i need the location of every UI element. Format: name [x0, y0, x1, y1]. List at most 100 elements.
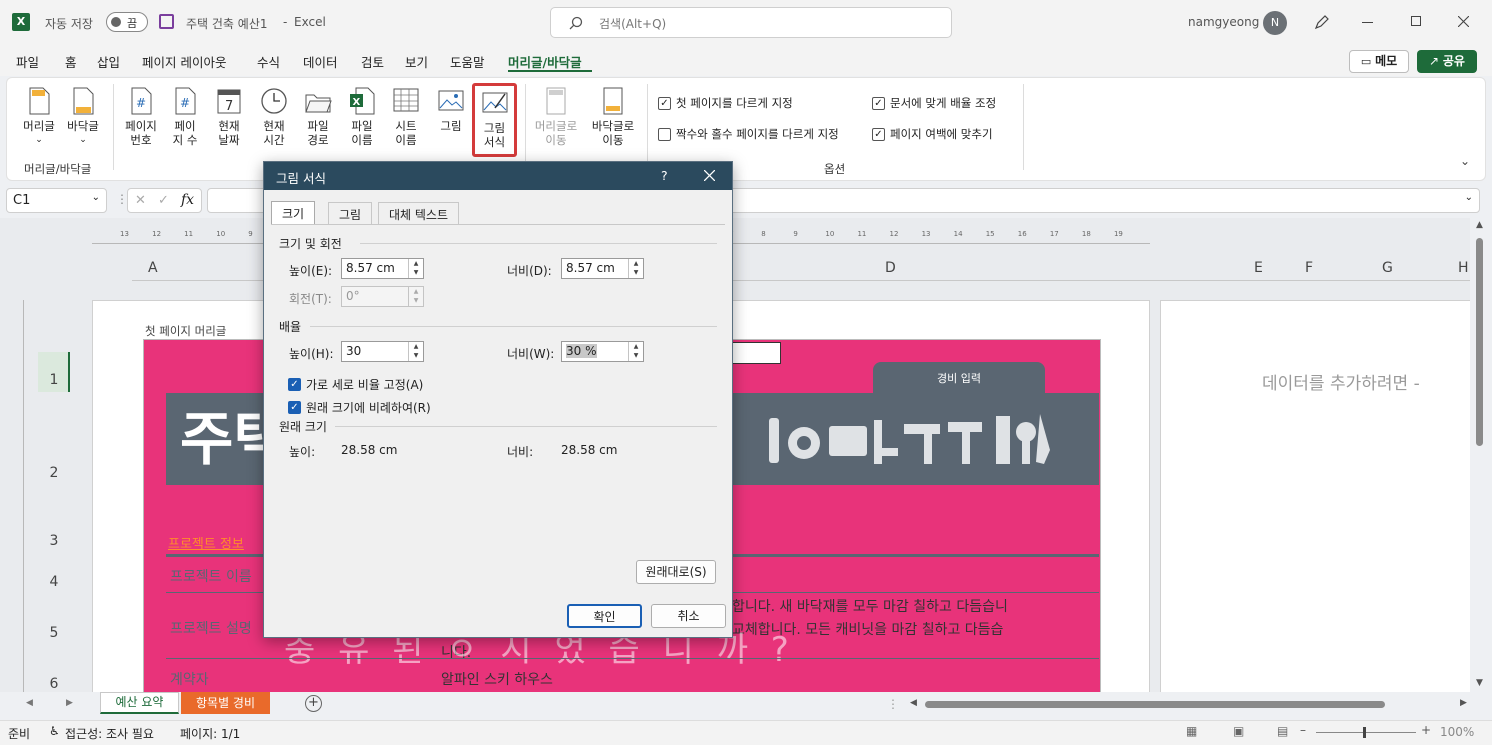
cancel-button[interactable]: 취소	[651, 604, 726, 628]
goto-footer-button[interactable]: 바닥글로 이동	[586, 86, 640, 147]
page-break-view-icon[interactable]: ▤	[1277, 724, 1288, 738]
option-different-odd-even[interactable]: 짝수와 홀수 페이지를 다르게 지정	[658, 126, 839, 142]
normal-view-icon[interactable]: ▦	[1186, 724, 1197, 738]
insert-function-icon[interactable]: fx	[181, 192, 194, 208]
tab-header-footer[interactable]: 머리글/바닥글	[508, 52, 582, 71]
reset-button[interactable]: 원래대로(S)	[636, 560, 716, 584]
tab-review[interactable]: 검토	[361, 52, 384, 71]
confirm-entry-icon[interactable]: ✓	[158, 193, 169, 208]
name-box[interactable]: C1 ⌄	[6, 188, 107, 213]
hscroll-right-icon[interactable]: ▶	[1460, 698, 1467, 708]
avatar[interactable]: N	[1263, 11, 1287, 35]
spinner-arrows-icon[interactable]: ▲ ▼	[628, 259, 643, 278]
minimize-button[interactable]	[1362, 22, 1373, 23]
collapse-ribbon-icon[interactable]: ⌄	[1460, 154, 1470, 168]
format-picture-button[interactable]: 그림 서식	[472, 83, 517, 157]
page-2[interactable]: 데이터를 추가하려면 -	[1160, 300, 1470, 692]
current-time-button[interactable]: 현재 시간	[254, 86, 294, 147]
vertical-scrollbar[interactable]: ▲ ▼	[1470, 218, 1492, 692]
column-header-f[interactable]: F	[1305, 260, 1313, 276]
dialog-title-bar[interactable]: 그림 서식 ?	[264, 162, 732, 190]
column-header-h[interactable]: H	[1458, 260, 1469, 276]
relative-original-checkbox[interactable]: ✓ 원래 크기에 비례하여(R)	[288, 399, 431, 416]
header-cell-selection[interactable]	[729, 342, 781, 364]
scroll-thumb[interactable]	[1476, 238, 1483, 446]
picture-button[interactable]: 그림	[431, 86, 471, 133]
file-name-button[interactable]: X 파일 이름	[342, 86, 382, 147]
option-align-with-margins[interactable]: ✓ 페이지 여백에 맞추기	[872, 126, 993, 142]
memo-button[interactable]: ▭ 메모	[1349, 50, 1409, 73]
tab-file[interactable]: 파일	[16, 52, 39, 71]
tab-insert[interactable]: 삽입	[97, 52, 120, 71]
sheet-tab-budget-summary[interactable]: 예산 요약	[100, 692, 179, 714]
tab-picture[interactable]: 그림	[328, 202, 373, 224]
footer-button[interactable]: 바닥글 ⌄	[63, 86, 103, 147]
row-header-4[interactable]: 4	[38, 574, 70, 590]
share-button[interactable]: ↗ 공유	[1417, 50, 1477, 73]
column-header-a[interactable]: A	[148, 260, 158, 276]
sheet-name-button[interactable]: 시트 이름	[386, 86, 426, 147]
horizontal-scroll-thumb[interactable]	[925, 701, 1385, 708]
spinner-arrows-icon[interactable]: ▲ ▼	[408, 342, 423, 361]
close-icon[interactable]	[704, 170, 715, 181]
accessibility-icon[interactable]: ♿	[49, 724, 60, 738]
scroll-left-icon[interactable]: ◀	[26, 698, 33, 708]
zoom-in-icon[interactable]: +	[1421, 723, 1431, 737]
maximize-button[interactable]	[1411, 16, 1421, 26]
row-header-3[interactable]: 3	[38, 533, 70, 549]
header-button[interactable]: 머리글 ⌄	[19, 86, 59, 147]
page-count-button[interactable]: # 페이 지 수	[165, 86, 205, 147]
zoom-out-icon[interactable]: –	[1300, 723, 1306, 737]
tab-data[interactable]: 데이터	[303, 52, 338, 71]
row-header-6[interactable]: 6	[38, 676, 70, 692]
spinner-arrows-icon[interactable]: ▲ ▼	[408, 259, 423, 278]
search-box[interactable]: 검색(Alt+Q)	[550, 7, 952, 38]
scroll-down-icon[interactable]: ▼	[1476, 678, 1483, 688]
height-spinner[interactable]: 8.57 cm ▲ ▼	[341, 258, 424, 279]
cancel-entry-icon[interactable]: ✕	[135, 193, 146, 208]
page-number-button[interactable]: # 페이지 번호	[119, 86, 163, 147]
zoom-slider-thumb[interactable]	[1363, 727, 1366, 738]
column-header-e[interactable]: E	[1254, 260, 1263, 276]
row-header-2[interactable]: 2	[38, 465, 70, 481]
column-header-g[interactable]: G	[1382, 260, 1393, 276]
scroll-right-icon[interactable]: ▶	[66, 698, 73, 708]
spinner-arrows-icon[interactable]: ▲ ▼	[628, 342, 643, 361]
tab-help[interactable]: 도움말	[450, 52, 485, 71]
tab-page-layout[interactable]: 페이지 레이아웃	[142, 52, 226, 71]
option-scale-with-document[interactable]: ✓ 문서에 맞게 배율 조정	[872, 95, 996, 111]
scroll-up-icon[interactable]: ▲	[1476, 220, 1483, 230]
rotation-spinner[interactable]: 0° ▲ ▼	[341, 286, 424, 307]
scale-height-spinner[interactable]: 30 ▲ ▼	[341, 341, 424, 362]
tab-formulas[interactable]: 수식	[257, 52, 280, 71]
tab-view[interactable]: 보기	[405, 52, 428, 71]
tab-home[interactable]: 홈	[65, 52, 77, 71]
zoom-level[interactable]: 100%	[1440, 725, 1474, 739]
expense-entry-badge[interactable]: 경비 입력	[873, 362, 1045, 396]
close-window-icon[interactable]	[1458, 16, 1469, 27]
status-accessibility[interactable]: 접근성: 조사 필요	[65, 725, 154, 742]
goto-header-button[interactable]: 머리글로 이동	[529, 86, 583, 147]
row-header-5[interactable]: 5	[38, 625, 70, 641]
hscroll-left-icon[interactable]: ◀	[910, 698, 917, 708]
help-icon[interactable]: ?	[661, 168, 668, 183]
tab-alt-text[interactable]: 대체 텍스트	[378, 202, 460, 224]
row-header-1[interactable]: 1	[38, 372, 70, 388]
option-different-first-page[interactable]: ✓ 첫 페이지를 다르게 지정	[658, 95, 793, 111]
tab-size[interactable]: 크기	[271, 201, 316, 225]
lock-aspect-ratio-checkbox[interactable]: ✓ 가로 세로 비율 고정(A)	[288, 376, 423, 393]
page-layout-view-icon[interactable]: ▣	[1233, 724, 1244, 738]
autosave-toggle[interactable]: 끔	[106, 12, 148, 32]
file-path-button[interactable]: 파일 경로	[298, 86, 338, 147]
column-header-d[interactable]: D	[885, 260, 896, 276]
pen-icon[interactable]	[1313, 13, 1331, 31]
add-sheet-button[interactable]: +	[305, 695, 322, 712]
width-spinner[interactable]: 8.57 cm ▲ ▼	[561, 258, 644, 279]
scale-width-spinner[interactable]: 30 % ▲ ▼	[561, 341, 644, 362]
save-icon[interactable]	[159, 14, 174, 29]
current-date-button[interactable]: 7 현재 날짜	[209, 86, 249, 147]
ok-button[interactable]: 확인	[567, 604, 642, 628]
zoom-slider[interactable]	[1316, 727, 1416, 738]
splitter-icon[interactable]: ⋮	[887, 697, 899, 711]
sheet-tab-itemized-expenses[interactable]: 항목별 경비	[181, 692, 270, 714]
